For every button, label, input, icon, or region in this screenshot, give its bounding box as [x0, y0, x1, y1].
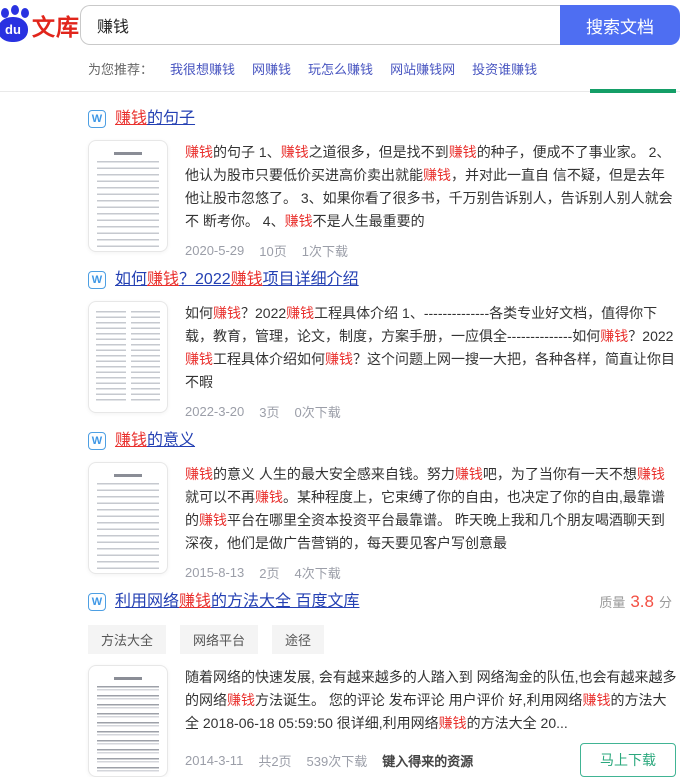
- suggest-link[interactable]: 投资谁赚钱: [472, 59, 537, 78]
- wenku-logo[interactable]: du 文库: [0, 8, 80, 42]
- result-downloads: 539次下载: [307, 751, 368, 770]
- result-downloads: 1次下载: [302, 241, 348, 260]
- search-input[interactable]: [80, 5, 560, 45]
- result-date: 2022-3-20: [185, 404, 244, 419]
- result-title-link[interactable]: 利用网络赚钱的方法大全 百度文库: [115, 592, 359, 612]
- baidu-du-text: du: [0, 17, 28, 42]
- doc-thumbnail[interactable]: [88, 462, 168, 574]
- result-pages: 2页: [259, 563, 279, 582]
- suggest-link[interactable]: 网站赚钱网: [390, 59, 455, 78]
- result-date: 2015-8-13: [185, 565, 244, 580]
- result-title-link[interactable]: 如何赚钱？2022赚钱项目详细介绍: [115, 270, 359, 290]
- tag-row: 方法大全 网络平台 途径: [88, 625, 678, 654]
- suggest-row: 为您推荐： 我很想赚钱 网赚钱 玩怎么赚钱 网站赚钱网 投资谁赚钱: [88, 59, 680, 78]
- search-result: W 赚钱的意义 赚钱的意义 人生的最大安全感来自钱。努力赚钱吧，为了当你有一天不…: [88, 431, 678, 582]
- word-doc-icon: W: [88, 432, 106, 450]
- result-snippet: 随着网络的快速发展, 会有越来越多的人踏入到 网络淘金的队伍,也会有越来越多的网…: [185, 666, 678, 735]
- word-doc-icon: W: [88, 110, 106, 128]
- suggest-link[interactable]: 网赚钱: [252, 59, 291, 78]
- wenku-logo-text: 文库: [32, 8, 80, 42]
- result-meta: 2020-5-29 10页 1次下载: [185, 241, 678, 260]
- result-meta: 2015-8-13 2页 4次下载: [185, 563, 678, 582]
- quality-label: 质量: [599, 592, 625, 611]
- result-meta: 2022-3-20 3页 0次下载: [185, 402, 678, 421]
- header-divider: [0, 91, 680, 92]
- quality-score: 质量 3.8 分: [599, 592, 678, 612]
- header: du 文库 搜索文档 为您推荐： 我很想赚钱 网赚钱 玩怎么赚钱 网站赚钱网 投…: [0, 0, 680, 92]
- suggest-link[interactable]: 我很想赚钱: [170, 59, 235, 78]
- result-title-link[interactable]: 赚钱的句子: [115, 109, 195, 129]
- result-snippet: 赚钱的句子 1、赚钱之道很多，但是找不到赚钱的种子，便成不了事业家。 2、他认为…: [185, 141, 678, 233]
- result-source: 键入得来的资源: [382, 751, 473, 770]
- suggest-link[interactable]: 玩怎么赚钱: [308, 59, 373, 78]
- result-pages: 10页: [259, 241, 286, 260]
- quality-value: 3.8: [630, 592, 654, 612]
- result-meta: 2014-3-11 共2页 539次下载 键入得来的资源 马上下载: [185, 743, 678, 777]
- doc-thumbnail[interactable]: [88, 665, 168, 777]
- doc-thumbnail[interactable]: [88, 301, 168, 413]
- search-bar: 搜索文档: [80, 5, 680, 45]
- results-list: W 赚钱的句子 赚钱的句子 1、赚钱之道很多，但是找不到赚钱的种子，便成不了事业…: [0, 92, 680, 777]
- search-result: W 利用网络赚钱的方法大全 百度文库 质量 3.8 分 方法大全 网络平台 途径…: [88, 592, 678, 777]
- result-snippet: 赚钱的意义 人生的最大安全感来自钱。努力赚钱吧，为了当你有一天不想赚钱就可以不再…: [185, 463, 678, 555]
- result-downloads: 0次下载: [295, 402, 341, 421]
- active-tab-indicator: [590, 89, 676, 93]
- search-result: W 赚钱的句子 赚钱的句子 1、赚钱之道很多，但是找不到赚钱的种子，便成不了事业…: [88, 109, 678, 260]
- tag-chip[interactable]: 途径: [272, 625, 324, 654]
- download-now-button[interactable]: 马上下载: [580, 743, 676, 777]
- tag-chip[interactable]: 方法大全: [88, 625, 166, 654]
- result-pages: 3页: [259, 402, 279, 421]
- result-pages: 共2页: [258, 751, 291, 770]
- result-title-link[interactable]: 赚钱的意义: [115, 431, 195, 451]
- result-downloads: 4次下载: [295, 563, 341, 582]
- search-result: W 如何赚钱？2022赚钱项目详细介绍 如何赚钱？2022赚钱工程具体介绍 1、…: [88, 270, 678, 421]
- suggest-label: 为您推荐：: [88, 59, 153, 78]
- result-date: 2014-3-11: [185, 753, 243, 768]
- tag-chip[interactable]: 网络平台: [180, 625, 258, 654]
- result-snippet: 如何赚钱？2022赚钱工程具体介绍 1、--------------各类专业好文…: [185, 302, 678, 394]
- result-date: 2020-5-29: [185, 243, 244, 258]
- doc-thumbnail[interactable]: [88, 140, 168, 252]
- quality-unit: 分: [659, 592, 672, 611]
- word-doc-icon: W: [88, 271, 106, 289]
- search-docs-button[interactable]: 搜索文档: [560, 5, 680, 45]
- baidu-paw-icon: du: [0, 8, 32, 42]
- word-doc-icon: W: [88, 593, 106, 611]
